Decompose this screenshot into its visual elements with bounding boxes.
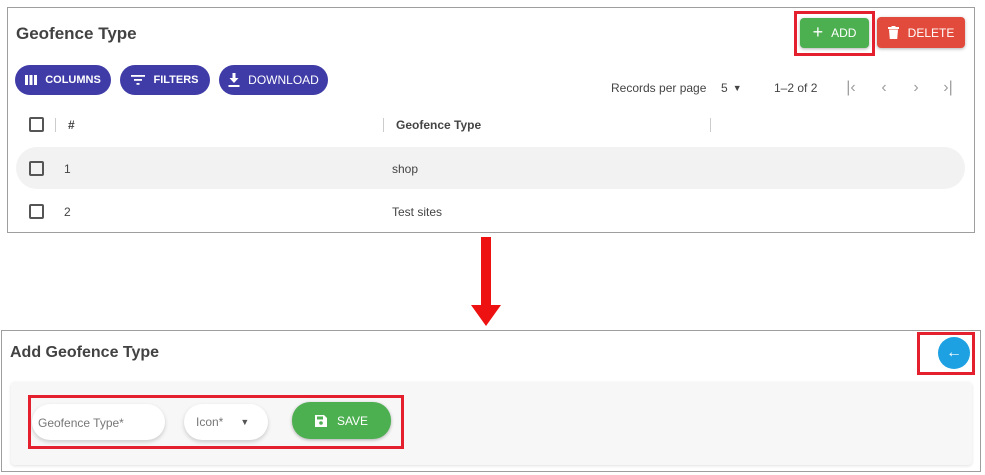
download-button[interactable]: DOWNLOAD <box>219 65 328 95</box>
form-title: Add Geofence Type <box>10 344 160 361</box>
row-checkbox[interactable] <box>29 204 44 219</box>
first-page-icon[interactable]: |‹ <box>841 78 861 98</box>
column-separator <box>710 118 711 132</box>
columns-button-label: COLUMNS <box>45 74 101 86</box>
row-geofence-type: shop <box>392 162 419 176</box>
column-header-number[interactable]: # <box>68 118 75 132</box>
column-header-geofence-type[interactable]: Geofence Type <box>396 118 481 132</box>
last-page-icon[interactable]: ›| <box>938 78 958 98</box>
transition-arrow-shaft <box>481 237 491 307</box>
row-number: 2 <box>64 205 71 219</box>
delete-button-label: DELETE <box>907 25 955 40</box>
columns-button[interactable]: COLUMNS <box>15 65 111 95</box>
trash-icon <box>887 26 899 39</box>
row-geofence-type: Test sites <box>392 205 443 219</box>
records-per-page-value: 5 <box>721 81 728 95</box>
row-checkbox[interactable] <box>29 161 44 176</box>
filters-button-label: FILTERS <box>153 74 199 86</box>
table-row[interactable] <box>16 147 965 189</box>
add-button-highlight <box>794 11 875 56</box>
filter-icon <box>131 75 146 85</box>
filters-button[interactable]: FILTERS <box>120 65 210 95</box>
page-title: Geofence Type <box>16 24 137 43</box>
download-icon <box>228 73 240 87</box>
caret-down-icon: ▼ <box>732 83 742 93</box>
select-all-checkbox[interactable] <box>29 117 44 132</box>
column-separator <box>383 118 384 132</box>
add-geofence-type-panel: Add Geofence Type ← Geofence Type* Icon*… <box>1 330 981 472</box>
download-button-label: DOWNLOAD <box>248 73 319 87</box>
records-per-page-label: Records per page <box>611 81 707 95</box>
delete-button[interactable]: DELETE <box>877 17 965 48</box>
columns-icon <box>25 75 38 85</box>
pagination-range: 1–2 of 2 <box>774 81 818 95</box>
form-fields-highlight <box>28 395 404 449</box>
column-separator <box>55 118 56 132</box>
row-number: 1 <box>64 162 71 176</box>
back-button-highlight <box>917 332 975 375</box>
records-per-page-select[interactable]: 5 ▼ <box>721 81 742 95</box>
previous-page-icon[interactable]: ‹ <box>874 78 894 98</box>
transition-arrow-head <box>471 305 501 326</box>
geofence-type-list-panel: Geofence Type + ADD DELETE COLUMNS FILTE… <box>7 7 975 233</box>
next-page-icon[interactable]: › <box>906 78 926 98</box>
